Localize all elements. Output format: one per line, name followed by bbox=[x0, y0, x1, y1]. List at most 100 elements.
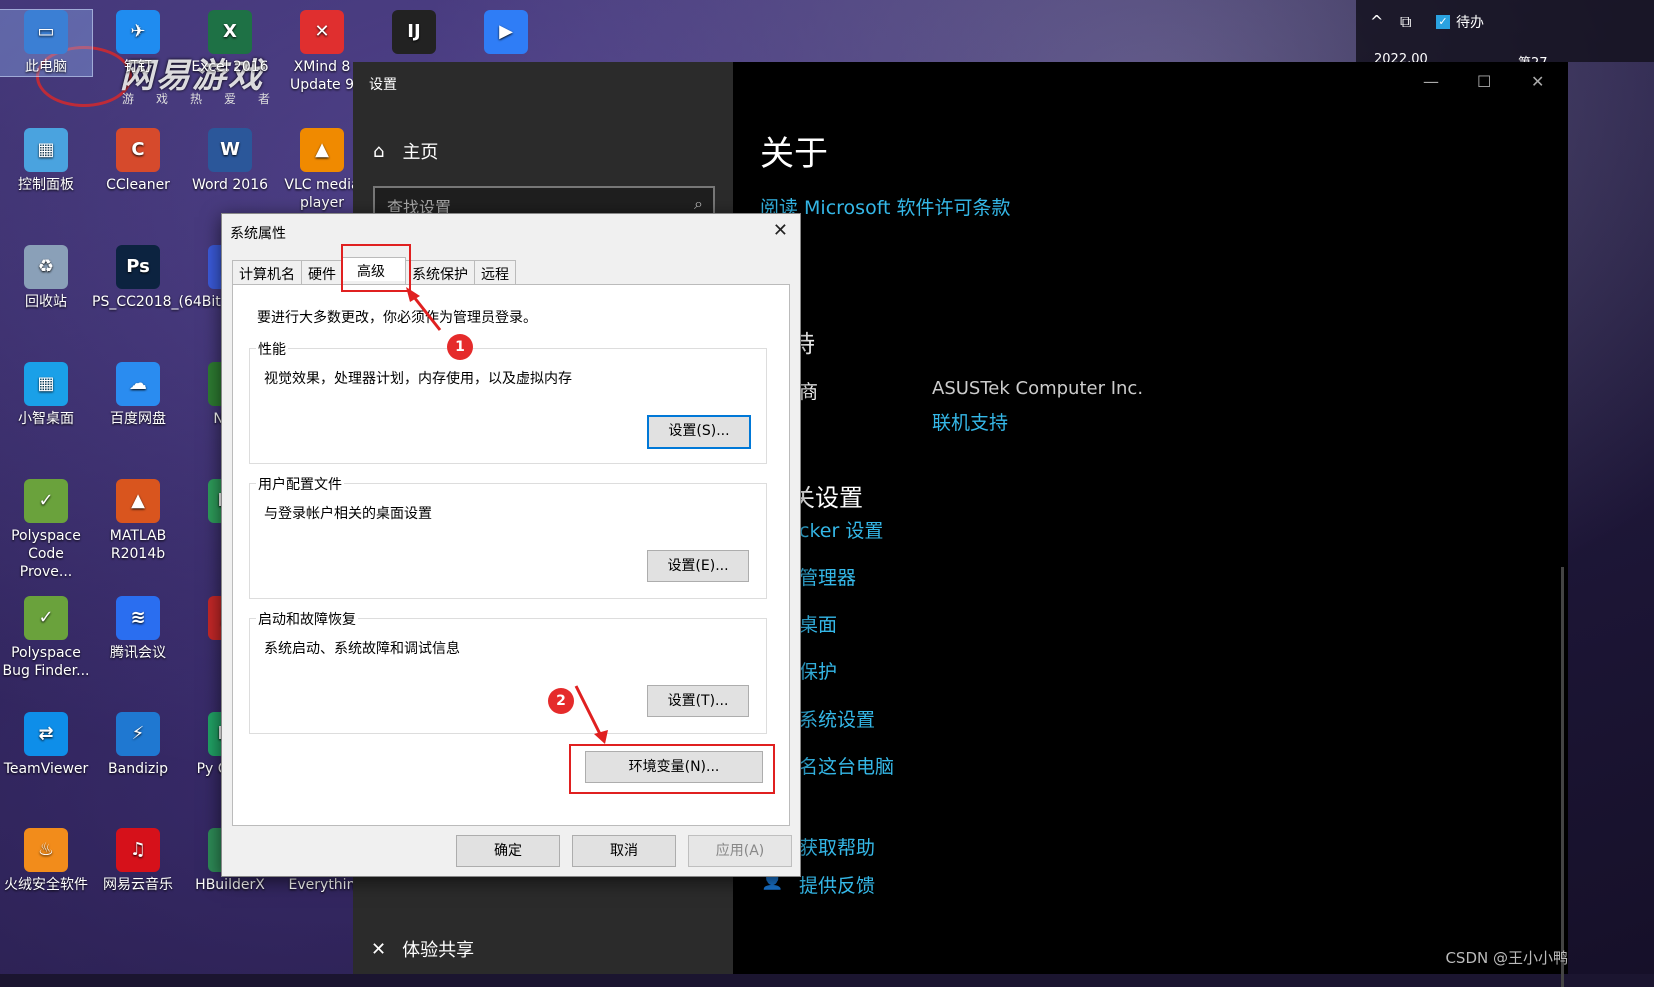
app-icon: ☁ bbox=[116, 362, 160, 406]
desktop-icon[interactable]: ▶ bbox=[460, 10, 552, 58]
desktop-icon-label: 火绒安全软件 bbox=[4, 877, 88, 893]
nav-home[interactable]: ⌂ 主页 bbox=[373, 138, 438, 164]
desktop-icon[interactable]: IJ bbox=[368, 10, 460, 58]
app-icon: ✓ bbox=[24, 596, 68, 640]
related-link-2[interactable]: 桌面 bbox=[799, 610, 837, 637]
search-icon[interactable]: ⌕ bbox=[694, 194, 703, 214]
app-icon: ▭ bbox=[24, 10, 68, 54]
desktop-icon-label: 回收站 bbox=[25, 294, 67, 310]
app-icon: ✕ bbox=[300, 10, 344, 54]
desktop-icon[interactable]: ≋ 腾讯会议 bbox=[92, 596, 184, 662]
startup-recovery-settings-button[interactable]: 设置(T)... bbox=[647, 685, 749, 717]
related-link-0[interactable]: cker 设置 bbox=[799, 516, 883, 543]
desktop-icon[interactable]: ✓ Polyspace Code Prove... bbox=[0, 479, 92, 581]
desktop-icon[interactable]: Ps PS_CC2018_(64Bit) bbox=[92, 245, 227, 311]
page-title: 关于 bbox=[760, 134, 828, 174]
manufacturer-label: 商 bbox=[799, 381, 819, 403]
desktop-icon-label: 百度网盘 bbox=[110, 411, 166, 427]
desktop-icon[interactable]: X Excel 2016 bbox=[184, 10, 276, 76]
app-icon: ⚡ bbox=[116, 712, 160, 756]
desktop-icon[interactable]: ▲ MATLAB R2014b bbox=[92, 479, 184, 563]
user-profiles-group: 用户配置文件 与登录帐户相关的桌面设置 设置(E)... bbox=[249, 474, 767, 599]
top-tray: ^ ⧉ ✓ 待办 2022.00 第27 bbox=[1356, 0, 1654, 71]
nav-share[interactable]: ✕ 体验共享 bbox=[371, 936, 474, 962]
desktop-icon-label: HBuilderX bbox=[195, 877, 265, 893]
app-icon: ⇄ bbox=[24, 712, 68, 756]
tab-computer-name[interactable]: 计算机名 bbox=[232, 260, 302, 284]
performance-title: 性能 bbox=[256, 339, 288, 359]
desktop-icon[interactable]: ♻ 回收站 bbox=[0, 245, 92, 311]
desktop-icon-label: 腾讯会议 bbox=[110, 645, 166, 661]
nav-home-label: 主页 bbox=[402, 142, 439, 163]
desktop-icon[interactable]: ✈ 钉钉 bbox=[92, 10, 184, 76]
app-icon: C bbox=[116, 128, 160, 172]
highlight-advanced-tab bbox=[341, 244, 411, 292]
dialog-title: 系统属性 bbox=[230, 226, 286, 242]
desktop-icon-label: TeamViewer bbox=[3, 761, 89, 777]
desktop-icon[interactable]: W Word 2016 bbox=[184, 128, 276, 194]
desktop-icon[interactable]: ⚡ Bandizip bbox=[92, 712, 184, 778]
desktop-icon-label: Polyspace Bug Finder... bbox=[2, 645, 90, 679]
maximize-button[interactable]: ☐ bbox=[1477, 72, 1491, 91]
app-icon: ♻ bbox=[24, 245, 68, 289]
todo-widget[interactable]: ✓ 待办 bbox=[1436, 12, 1484, 32]
step-badge-1: 1 bbox=[447, 334, 473, 360]
todo-label: 待办 bbox=[1456, 15, 1484, 31]
performance-settings-button[interactable]: 设置(S)... bbox=[647, 415, 751, 449]
related-link-5[interactable]: 名这台电脑 bbox=[799, 752, 894, 779]
desktop-icon[interactable]: ♫ 网易云音乐 bbox=[92, 828, 184, 894]
window-title: 设置 bbox=[369, 77, 397, 93]
desktop-icon[interactable]: ▦ 小智桌面 bbox=[0, 362, 92, 428]
related-link-4[interactable]: 系统设置 bbox=[799, 705, 875, 732]
desktop-icon-label: Polyspace Code Prove... bbox=[11, 528, 81, 580]
app-icon: IJ bbox=[392, 10, 436, 54]
user-profiles-desc: 与登录帐户相关的桌面设置 bbox=[264, 506, 432, 522]
share-icon: ✕ bbox=[371, 938, 387, 960]
desktop-icon[interactable]: ✓ Polyspace Bug Finder... bbox=[0, 596, 92, 680]
app-icon: ▲ bbox=[300, 128, 344, 172]
cancel-button[interactable]: 取消 bbox=[572, 835, 676, 867]
desktop-icon[interactable]: ☁ 百度网盘 bbox=[92, 362, 184, 428]
close-button[interactable]: ✕ bbox=[1531, 72, 1544, 91]
chevron-up-icon[interactable]: ^ bbox=[1370, 12, 1383, 31]
related-link-3[interactable]: 保护 bbox=[799, 657, 837, 684]
app-icon: ✈ bbox=[116, 10, 160, 54]
app-icon: W bbox=[208, 128, 252, 172]
related-link-1[interactable]: 管理器 bbox=[799, 563, 856, 590]
ok-button[interactable]: 确定 bbox=[456, 835, 560, 867]
desktop-icon-label: 小智桌面 bbox=[18, 411, 74, 427]
desktop-icon-label: Word 2016 bbox=[191, 177, 269, 193]
desktop-icon-label: Bandizip bbox=[108, 761, 168, 777]
tab-hardware[interactable]: 硬件 bbox=[301, 260, 343, 284]
desktop-icon-label: PS_CC2018_(64Bit) bbox=[92, 294, 227, 310]
app-icon: ▦ bbox=[24, 128, 68, 172]
desktop-icon[interactable]: ▦ 控制面板 bbox=[0, 128, 92, 194]
apply-button[interactable]: 应用(A) bbox=[688, 835, 792, 867]
desktop-icon-label: Excel 2016 bbox=[191, 59, 269, 75]
desktop-icon[interactable]: C CCleaner bbox=[92, 128, 184, 194]
desktop-icon[interactable]: ▭ 此电脑 bbox=[0, 9, 93, 77]
nav-share-label: 体验共享 bbox=[402, 940, 475, 961]
startup-recovery-desc: 系统启动、系统故障和调试信息 bbox=[264, 641, 460, 657]
app-icon: ♫ bbox=[116, 828, 160, 872]
help-link[interactable]: 获取帮助 bbox=[799, 833, 875, 860]
dialog-close-icon[interactable]: ✕ bbox=[773, 220, 788, 241]
desktop-icon[interactable]: ⇄ TeamViewer bbox=[0, 712, 92, 778]
csdn-watermark: CSDN @王小小鸭 bbox=[1445, 949, 1568, 967]
online-support-link[interactable]: 联机支持 bbox=[932, 408, 1008, 435]
feedback-link[interactable]: 提供反馈 bbox=[799, 871, 875, 898]
desktop-icon[interactable]: ♨ 火绒安全软件 bbox=[0, 828, 92, 894]
desktop-icon-label: 控制面板 bbox=[18, 177, 74, 193]
tab-system-protection[interactable]: 系统保护 bbox=[405, 260, 475, 284]
desktop-icon-label: 钉钉 bbox=[124, 59, 152, 75]
startup-recovery-title: 启动和故障恢复 bbox=[256, 609, 358, 629]
app-icon: X bbox=[208, 10, 252, 54]
scrollbar[interactable] bbox=[1561, 567, 1564, 987]
app-icon: ♨ bbox=[24, 828, 68, 872]
app-icon: Ps bbox=[116, 245, 160, 289]
home-icon: ⌂ bbox=[373, 140, 385, 162]
window-icon[interactable]: ⧉ bbox=[1400, 12, 1411, 32]
tab-remote[interactable]: 远程 bbox=[474, 260, 516, 284]
user-profiles-settings-button[interactable]: 设置(E)... bbox=[647, 550, 749, 582]
minimize-button[interactable]: — bbox=[1423, 72, 1439, 91]
